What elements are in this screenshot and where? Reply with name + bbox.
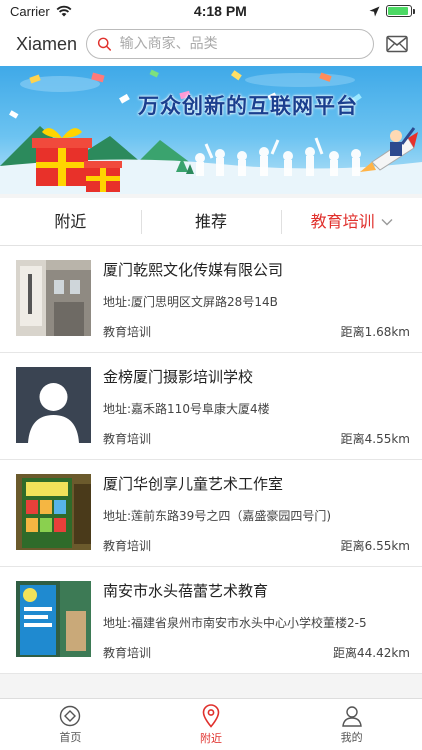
- list-item-body: 金榜厦门摄影培训学校 地址:嘉禾路110号阜康大厦4楼 教育培训 距离4.55k…: [103, 367, 410, 447]
- business-thumbnail: [16, 367, 91, 443]
- tab-education-training[interactable]: 教育培训: [281, 208, 422, 236]
- business-distance: 距离6.55km: [340, 539, 410, 553]
- status-bar: Carrier 4:18 PM: [0, 0, 422, 22]
- bottom-nav: 首页 附近 我的: [0, 698, 422, 750]
- business-thumbnail: [16, 581, 91, 657]
- list-item-footer: 教育培训 距离4.55km: [103, 430, 410, 447]
- business-distance: 距离44.42km: [333, 646, 410, 660]
- status-time: 4:18 PM: [193, 3, 247, 19]
- tab-label: 附近: [54, 211, 87, 231]
- search-input[interactable]: [119, 36, 363, 52]
- business-category: 教育培训: [103, 539, 152, 553]
- list-item-footer: 教育培训 距离1.68km: [103, 323, 410, 340]
- business-address: 地址:厦门思明区文屏路28号14B: [103, 294, 278, 309]
- business-name: 南安市水头蓓蕾艺术教育: [103, 582, 269, 600]
- business-address: 地址:莲前东路39号之四（嘉盛豪园四号门): [103, 508, 331, 523]
- banner-illustration: [0, 69, 422, 194]
- business-name: 厦门华创享儿童艺术工作室: [103, 475, 284, 493]
- business-name: 金榜厦门摄影培训学校: [103, 368, 254, 386]
- nav-label: 首页: [59, 730, 82, 744]
- tab-label: 教育培训: [310, 211, 375, 231]
- person-icon: [341, 705, 362, 727]
- location-arrow-icon: [369, 6, 380, 16]
- location-pin-icon: [202, 703, 220, 728]
- wifi-icon: [56, 5, 72, 17]
- business-address: 地址:福建省泉州市南安市水头中心小学校董楼2-5: [103, 615, 367, 630]
- chevron-down-icon: [381, 218, 393, 225]
- list-item-footer: 教育培训 距离44.42km: [103, 644, 410, 661]
- city-selector[interactable]: Xiamen: [16, 34, 77, 55]
- business-distance: 距离1.68km: [340, 325, 410, 339]
- nav-label: 附近: [200, 731, 222, 745]
- nav-home[interactable]: 首页: [0, 699, 141, 750]
- list-item-footer: 教育培训 距离6.55km: [103, 537, 410, 554]
- app-screen: Carrier 4:18 PM Xiamen 输入商家、品类 万众创新的互联网平…: [0, 0, 422, 750]
- list-item[interactable]: 金榜厦门摄影培训学校 地址:嘉禾路110号阜康大厦4楼 教育培训 距离4.55k…: [0, 353, 422, 460]
- status-right: [369, 5, 415, 17]
- list-item[interactable]: 厦门乾熙文化传媒有限公司 地址:厦门思明区文屏路28号14B 教育培训 距离1.…: [0, 246, 422, 353]
- mail-icon[interactable]: [384, 31, 410, 57]
- tab-recommended[interactable]: 推荐: [140, 208, 282, 236]
- search-icon: [97, 37, 112, 51]
- list-item[interactable]: 南安市水头蓓蕾艺术教育 地址:福建省泉州市南安市水头中心小学校董楼2-5 教育培…: [0, 567, 422, 674]
- business-thumbnail: [16, 260, 91, 336]
- tab-nearby[interactable]: 附近: [0, 208, 141, 236]
- promo-banner[interactable]: 万众创新的互联网平台: [0, 66, 422, 194]
- header: Xiamen: [0, 22, 422, 66]
- banner-title: 万众创新的互联网平台: [138, 94, 358, 118]
- list-item[interactable]: 厦门华创享儿童艺术工作室 地址:莲前东路39号之四（嘉盛豪园四号门) 教育培训 …: [0, 460, 422, 567]
- battery-icon: [386, 5, 415, 17]
- nav-profile[interactable]: 我的: [281, 699, 422, 750]
- business-thumbnail: [16, 474, 91, 550]
- search-box[interactable]: [86, 29, 374, 59]
- business-category: 教育培训: [103, 432, 152, 446]
- nav-nearby[interactable]: 附近: [141, 699, 282, 750]
- status-left: Carrier: [10, 4, 72, 19]
- list-item-body: 南安市水头蓓蕾艺术教育 地址:福建省泉州市南安市水头中心小学校董楼2-5 教育培…: [103, 581, 410, 661]
- list-item-body: 厦门华创享儿童艺术工作室 地址:莲前东路39号之四（嘉盛豪园四号门) 教育培训 …: [103, 474, 410, 554]
- business-address: 地址:嘉禾路110号阜康大厦4楼: [103, 401, 270, 416]
- tab-label: 推荐: [195, 211, 228, 231]
- filter-tabs: 附近 推荐 教育培训: [0, 198, 422, 246]
- list-item-body: 厦门乾熙文化传媒有限公司 地址:厦门思明区文屏路28号14B 教育培训 距离1.…: [103, 260, 410, 340]
- envelope-icon: [386, 35, 408, 53]
- business-category: 教育培训: [103, 646, 152, 660]
- business-list: 厦门乾熙文化传媒有限公司 地址:厦门思明区文屏路28号14B 教育培训 距离1.…: [0, 246, 422, 674]
- carrier-label: Carrier: [10, 3, 50, 19]
- nav-label: 我的: [340, 730, 363, 744]
- business-distance: 距离4.55km: [340, 432, 410, 446]
- business-category: 教育培训: [103, 325, 152, 339]
- home-diamond-icon: [60, 705, 81, 726]
- business-name: 厦门乾熙文化传媒有限公司: [103, 261, 284, 279]
- battery-level: [388, 7, 408, 15]
